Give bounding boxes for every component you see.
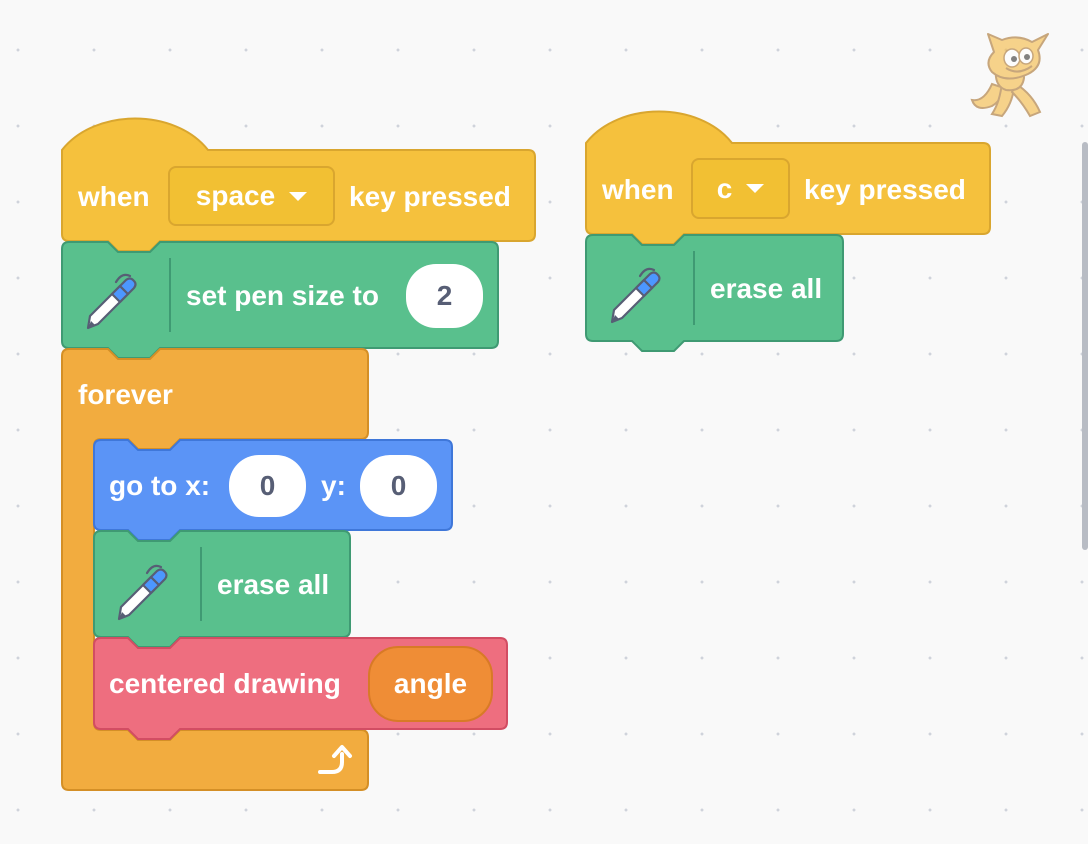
hat-suffix-label-2: key pressed [804,174,966,205]
erase-all-label: erase all [217,569,330,600]
key-dropdown-value-2: c [716,172,733,204]
pen-size-input[interactable]: 2 [406,264,483,328]
centered-drawing-label: centered drawing [109,668,341,699]
angle-reporter[interactable]: angle [368,646,493,722]
hat-when-label-2: when [602,174,674,205]
scratch-cat-icon [970,33,1049,118]
chevron-down-icon [746,184,765,193]
key-dropdown-value: space [195,180,276,211]
forever-label: forever [78,379,173,410]
code-workspace[interactable]: when space key pressed set pen size to 2… [0,0,1088,844]
key-dropdown[interactable]: space [168,166,335,226]
workspace-scrollbar[interactable] [1082,142,1088,550]
set-pen-size-label: set pen size to [186,280,379,311]
go-to-x-label: go to x: [109,470,211,501]
erase-all-label-2: erase all [710,273,823,304]
go-to-y-label: y: [321,470,346,501]
chevron-down-icon [289,191,308,201]
hat-suffix-label: key pressed [349,181,511,212]
y-input[interactable]: 0 [360,455,437,517]
x-input[interactable]: 0 [229,455,306,517]
hat-when-label: when [78,181,150,212]
key-dropdown-2[interactable]: c [691,158,790,219]
